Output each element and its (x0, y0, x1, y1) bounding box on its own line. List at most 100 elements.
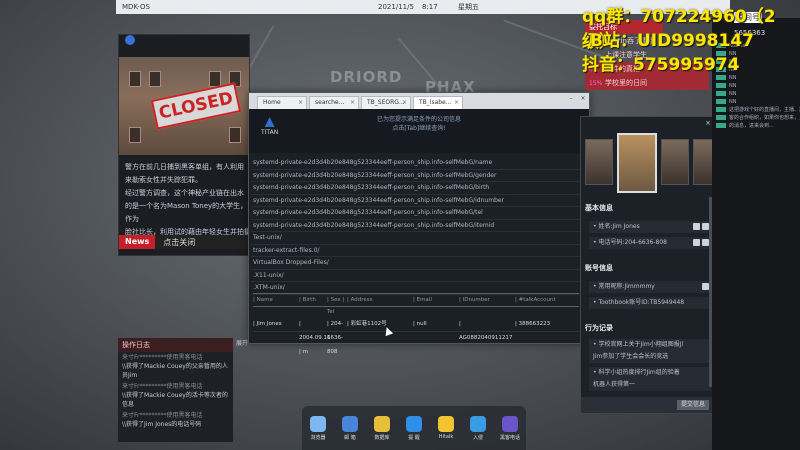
file-path-item[interactable]: systemd-private-e2d3d4b20e848g523344eeff… (251, 182, 587, 195)
behavior-record[interactable]: Jim参加了学生会会长的竞选 (589, 351, 711, 363)
file-path-item[interactable]: systemd-private-e2d3d4b20e848g523344eeff… (251, 157, 587, 170)
close-icon[interactable]: × (350, 97, 355, 109)
behavior-record[interactable]: • 科学小组热度排行Jim组的验着 (589, 367, 711, 379)
result-table: | Name | Birth | Sex | Tel | Address | E… (253, 293, 579, 355)
app-label: 提 醒 (408, 434, 420, 441)
operation-log-panel: 操作日志 来寸Fr*********使用黑客电话 \\获得了Mackie Cou… (118, 338, 233, 442)
log-entry-source: 来寸Fr*********使用黑客电话 (122, 412, 203, 419)
copy-icon[interactable] (693, 223, 700, 230)
behavior-record[interactable]: 机器人获得第一 (589, 379, 711, 391)
app-icon[interactable] (406, 415, 422, 432)
user-badge-icon (716, 115, 726, 120)
edit-icon[interactable] (702, 283, 709, 290)
copy-icon[interactable] (693, 239, 700, 246)
profile-toothbook-id[interactable]: • Toothbook账号ID:TB5949448 (589, 297, 711, 309)
profile-name[interactable]: • 姓名:Jim Jones (589, 221, 711, 233)
app-icon[interactable] (342, 415, 358, 432)
file-path-item[interactable]: .X11-unix/ (251, 270, 587, 282)
news-close-link[interactable]: 点击关闭 (155, 235, 203, 249)
tab-isabe[interactable]: TB_lsabe... × (413, 96, 463, 109)
globe-icon (125, 35, 135, 45)
edit-icon[interactable] (702, 239, 709, 246)
tab-home[interactable]: Home × (257, 96, 307, 109)
item-text: • 学校官网上关于Jim小翔组图报Jl (593, 341, 684, 348)
user-badge-icon (716, 99, 726, 104)
person-photo-selected[interactable] (617, 133, 657, 193)
cell-email: | null (413, 321, 427, 327)
tab-seorg[interactable]: TB_SEORG... × (361, 96, 411, 109)
dock-app[interactable]: Hitalk (434, 416, 458, 440)
file-path-item[interactable]: systemd-private-e2d3d4b20e848g523344eeff… (251, 220, 587, 232)
file-path-item[interactable]: tracker-extract-files.0/ (251, 245, 587, 257)
profile-phone[interactable]: • 电话号码:204-6636-808 (589, 237, 711, 249)
app-icon[interactable] (310, 415, 326, 432)
news-line: 来勒索女性并失踪犯罪。 (125, 176, 202, 184)
item-text: • Toothbook账号ID:TB5949448 (593, 299, 685, 306)
chat-message: NN (712, 90, 800, 98)
behavior-record[interactable]: • 学校官网上关于Jim小翔组图报Jl (589, 339, 711, 351)
titan-logo: TITAN (261, 117, 278, 136)
dock-app[interactable]: 入侵 (466, 415, 490, 441)
item-text: • 常用昵称:Jimmmmy (593, 283, 655, 290)
news-line: 的是一个名为Mason Toney的大学生，作为 (125, 202, 248, 223)
minimize-icon[interactable]: – (567, 95, 575, 103)
tab-label: TB_lsabe... (419, 99, 452, 106)
profile-nickname[interactable]: • 常用昵称:Jimmmmy (589, 281, 711, 293)
chat-text: NN (729, 91, 737, 97)
file-path-item[interactable]: VirtualBox Dropped-Files/ (251, 257, 587, 270)
col-sex-tel: | Sex | Tel (327, 297, 345, 315)
file-path-item[interactable]: systemd-private-e2d3d4b20e848g523344eeff… (251, 207, 587, 220)
close-icon[interactable]: × (705, 119, 711, 127)
profile-footer: 提交信息 (581, 397, 715, 413)
item-text: Jim参加了学生会会长的竞选 (593, 353, 669, 360)
app-label: 黑客电话 (499, 434, 520, 441)
close-icon[interactable]: × (298, 97, 303, 109)
app-icon[interactable] (502, 415, 518, 432)
tab-label: TB_SEORG... (367, 99, 405, 106)
map-label-driord: DRIORD (330, 68, 403, 86)
log-entry: 来寸Fr*********使用黑客电话 \\获得了Mackie Couey的父亲… (118, 352, 233, 381)
app-dock: 浏览器 邮 箱 数据库 提 醒 Hitalk 入侵 黑客电话 (302, 406, 526, 450)
browser-header: TITAN 已为您提示满足条件的公司信息 点击[Tab]继续查询! (249, 109, 589, 153)
col-address: | Address (347, 297, 373, 303)
submit-info-button[interactable]: 提交信息 (677, 400, 709, 410)
user-badge-icon (716, 123, 726, 128)
window-controls: – × (567, 95, 587, 103)
tab-search[interactable]: searche... × (309, 96, 359, 109)
dock-app[interactable]: 数据库 (370, 415, 394, 441)
file-path-item[interactable]: systemd-private-e2d3d4b20e848g523344eeff… (251, 170, 587, 182)
chat-text: 客的合作组织，如果你也想来，上台就来 (729, 115, 800, 121)
building-window (129, 71, 141, 87)
table-header: | Name | Birth | Sex | Tel | Address | E… (253, 293, 579, 315)
table-row[interactable]: | Jim Jones | 2004.09.11 | m | 204-6636-… (253, 317, 579, 355)
chat-message: NN (712, 98, 800, 106)
system-time: 8:17 (422, 3, 438, 11)
file-path-list: systemd-private-e2d3d4b20e848g523344eeff… (251, 157, 587, 295)
dock-app[interactable]: 黑客电话 (498, 415, 522, 441)
person-photo[interactable] (661, 139, 689, 185)
edit-icon[interactable] (702, 223, 709, 230)
item-text: • 姓名:Jim Jones (593, 223, 640, 230)
dock-app[interactable]: 邮 箱 (338, 415, 362, 441)
task-item[interactable]: 15% 学校里的日间 (585, 76, 709, 90)
log-entry: 来寸Fr*********使用黑客电话 \\获得了Mackie Couey的活卡… (118, 381, 233, 410)
app-icon[interactable] (374, 415, 390, 432)
chat-text: NN (729, 99, 737, 105)
cell-birth-sex: | 2004.09.11 | m (299, 321, 331, 355)
notice-line: 已为您提示满足条件的公司信息 (376, 116, 461, 123)
person-photo[interactable] (585, 139, 613, 185)
browser-window: Home × searche... × TB_SEORG... × TB_lsabe.… (248, 92, 590, 355)
close-icon[interactable]: × (454, 97, 459, 109)
profile-panel: × 基本信息 • 姓名:Jim Jones • 电话号码:204-6636-80… (580, 116, 721, 414)
building-window (129, 127, 141, 143)
os-name: MDK-OS (122, 3, 150, 11)
app-icon[interactable] (470, 415, 486, 432)
dock-app[interactable]: 提 醒 (402, 415, 426, 441)
app-icon[interactable] (438, 416, 454, 432)
close-icon[interactable]: × (402, 97, 407, 109)
file-path-item[interactable]: Test-unix/ (251, 232, 587, 245)
section-basic: 基本信息 (585, 204, 613, 212)
file-path-item[interactable]: systemd-private-e2d3d4b20e848g523344eeff… (251, 195, 587, 207)
dock-app[interactable]: 浏览器 (306, 415, 330, 441)
col-idnumber: | IDnumber (459, 297, 490, 303)
